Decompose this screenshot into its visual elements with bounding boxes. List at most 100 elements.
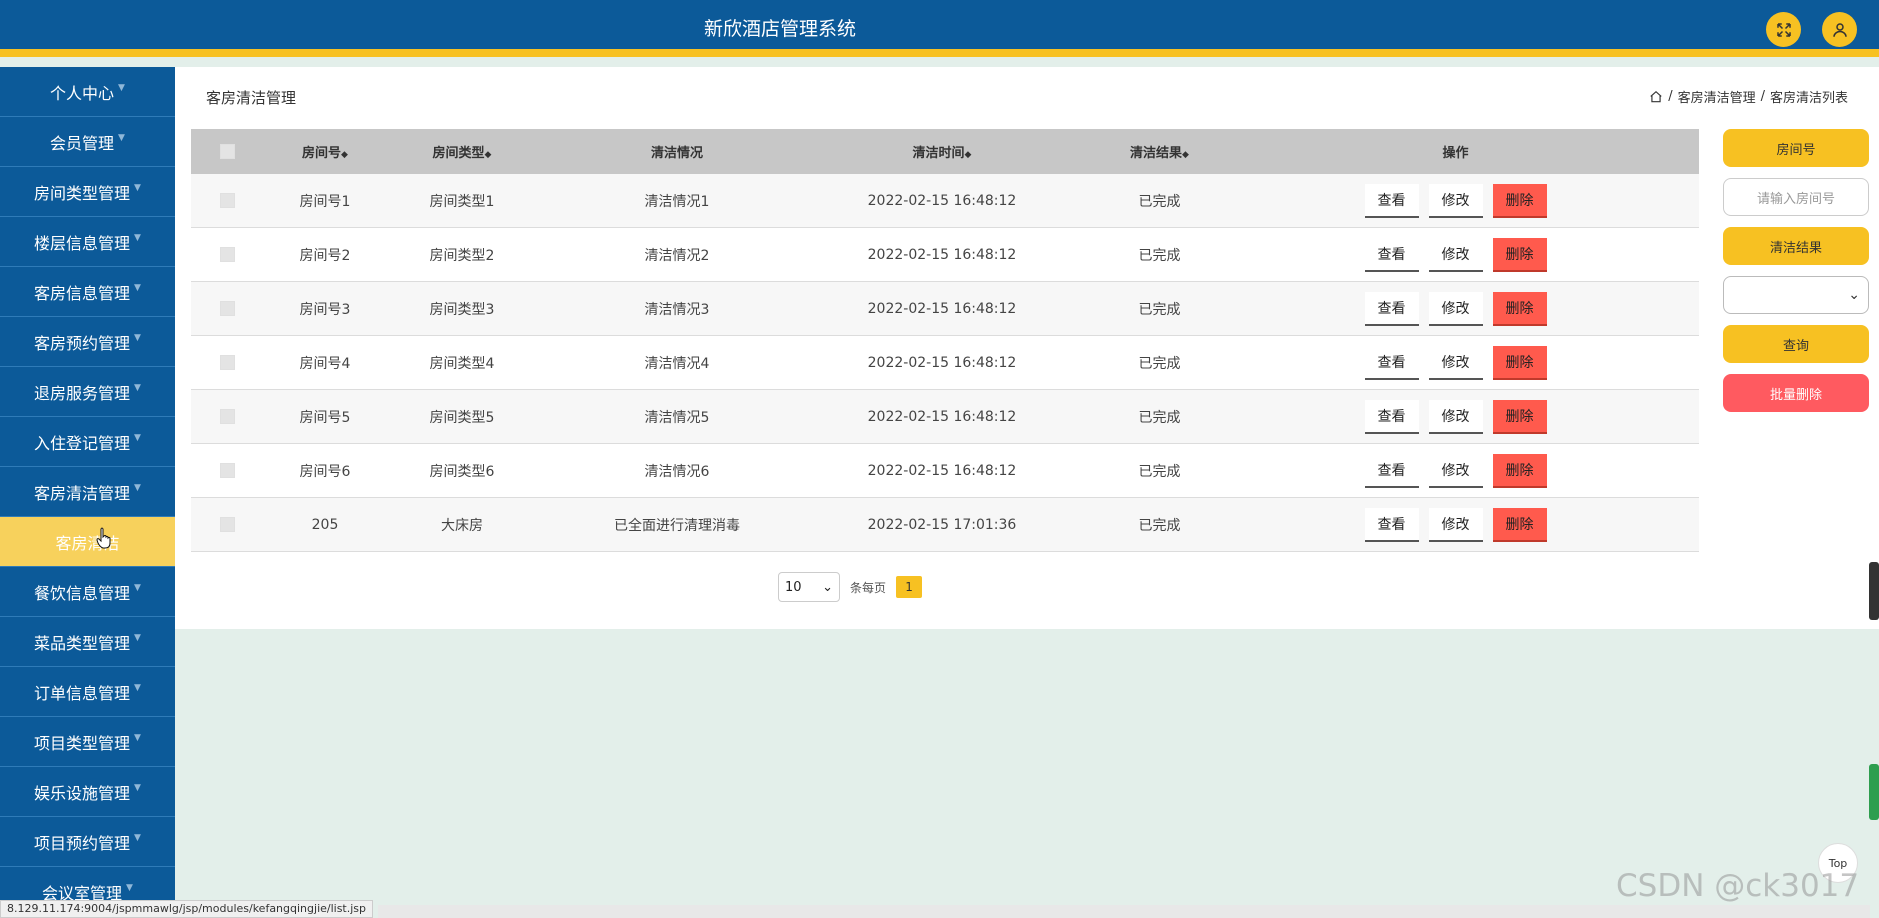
sidebar-item-personal-center[interactable]: 个人中心 ▼ [0, 67, 175, 117]
cell-result: 已完成 [1138, 301, 1181, 318]
batch-delete-button[interactable]: 批量删除 [1723, 374, 1869, 412]
edit-button[interactable]: 修改 [1428, 183, 1483, 218]
chevron-down-icon: ▼ [134, 632, 141, 643]
chevron-down-icon: ▼ [126, 882, 133, 893]
page-size-select[interactable]: 10 ⌄ [778, 572, 840, 602]
cell-clean: 清洁情况4 [644, 355, 710, 372]
sidebar-item-orders[interactable]: 订单信息管理 ▼ [0, 667, 175, 717]
edit-button[interactable]: 修改 [1428, 291, 1483, 326]
select-all-cell [191, 144, 263, 159]
sidebar-item-members[interactable]: 会员管理 ▼ [0, 117, 175, 167]
cell-type: 房间类型3 [429, 301, 495, 318]
view-button[interactable]: 查看 [1364, 507, 1419, 542]
scrollbar-thumb[interactable] [1869, 562, 1879, 620]
sidebar-item-checkout[interactable]: 退房服务管理 ▼ [0, 367, 175, 417]
row-checkbox-cell [191, 301, 263, 316]
chevron-down-icon: ▼ [134, 832, 141, 843]
hand-cursor-icon [96, 527, 111, 549]
row-checkbox[interactable] [219, 247, 235, 262]
select-all-checkbox[interactable] [219, 144, 235, 159]
header-room[interactable]: 房间号◆ [263, 142, 387, 161]
sort-icon: ◆ [1182, 150, 1189, 160]
cell-room: 房间号1 [299, 193, 351, 210]
row-checkbox[interactable] [219, 517, 235, 532]
view-button[interactable]: 查看 [1364, 399, 1419, 434]
breadcrumb-item[interactable]: 客房清洁管理 [1678, 87, 1756, 106]
edit-button[interactable]: 修改 [1428, 399, 1483, 434]
per-page-label: 条每页 [850, 580, 887, 595]
header-clean: 清洁情况 [650, 146, 703, 161]
view-button[interactable]: 查看 [1364, 237, 1419, 272]
header-time[interactable]: 清洁时间◆ [817, 142, 1067, 161]
page-number-current[interactable]: 1 [896, 576, 923, 598]
horizontal-scrollbar[interactable] [378, 905, 1870, 918]
header-result[interactable]: 清洁结果◆ [1067, 142, 1252, 161]
delete-button[interactable]: 删除 [1492, 507, 1547, 542]
chevron-down-icon: ▼ [134, 232, 141, 243]
cell-ops: 查看 修改 删除 [1252, 507, 1699, 542]
delete-button[interactable]: 删除 [1492, 345, 1547, 380]
room-number-input[interactable]: 请输入房间号 [1723, 178, 1869, 216]
edit-button[interactable]: 修改 [1428, 453, 1483, 488]
view-button[interactable]: 查看 [1364, 453, 1419, 488]
chevron-down-icon: ▼ [134, 782, 141, 793]
status-url: 8.129.11.174:9004/jspmmawlg/jsp/modules/… [0, 900, 374, 918]
row-checkbox[interactable] [219, 193, 235, 208]
row-checkbox-cell [191, 193, 263, 208]
row-checkbox[interactable] [219, 355, 235, 370]
cell-result: 已完成 [1138, 409, 1181, 426]
sidebar-item-dish-types[interactable]: 菜品类型管理 ▼ [0, 617, 175, 667]
sidebar-subitem-room-cleaning[interactable]: 客房清洁 [0, 517, 175, 567]
sidebar-item-project-booking[interactable]: 项目预约管理 ▼ [0, 817, 175, 867]
sidebar-item-room-cleaning[interactable]: 客房清洁管理 ▼ [0, 467, 175, 517]
delete-button[interactable]: 删除 [1492, 399, 1547, 434]
cell-type: 房间类型5 [429, 409, 495, 426]
delete-button[interactable]: 删除 [1492, 291, 1547, 326]
query-button[interactable]: 查询 [1723, 325, 1869, 363]
row-checkbox[interactable] [219, 409, 235, 424]
sidebar-item-entertainment[interactable]: 娱乐设施管理 ▼ [0, 767, 175, 817]
view-button[interactable]: 查看 [1364, 291, 1419, 326]
table-row: 205 大床房 已全面进行清理消毒 2022-02-15 17:01:36 已完… [191, 498, 1699, 552]
delete-button[interactable]: 删除 [1492, 183, 1547, 218]
sidebar-item-room-booking[interactable]: 客房预约管理 ▼ [0, 317, 175, 367]
delete-button[interactable]: 删除 [1492, 237, 1547, 272]
view-button[interactable]: 查看 [1364, 345, 1419, 380]
sidebar-item-room-types[interactable]: 房间类型管理 ▼ [0, 167, 175, 217]
sidebar-item-floors[interactable]: 楼层信息管理 ▼ [0, 217, 175, 267]
row-checkbox-cell [191, 463, 263, 478]
view-button[interactable]: 查看 [1364, 183, 1419, 218]
edit-button[interactable]: 修改 [1428, 345, 1483, 380]
cell-ops: 查看 修改 删除 [1252, 345, 1699, 380]
header-type[interactable]: 房间类型◆ [387, 142, 537, 161]
clean-result-select[interactable]: ⌄ [1723, 276, 1869, 314]
row-checkbox[interactable] [219, 463, 235, 478]
delete-button[interactable]: 删除 [1492, 453, 1547, 488]
user-button[interactable] [1822, 12, 1857, 47]
sidebar-item-rooms[interactable]: 客房信息管理 ▼ [0, 267, 175, 317]
cell-type: 房间类型4 [429, 355, 495, 372]
home-icon[interactable] [1649, 90, 1663, 104]
cell-time: 2022-02-15 16:48:12 [867, 354, 1017, 371]
row-checkbox-cell [191, 355, 263, 370]
cell-time: 2022-02-15 17:01:36 [867, 516, 1017, 533]
cell-ops: 查看 修改 删除 [1252, 453, 1699, 488]
scrollbar-indicator[interactable] [1869, 764, 1879, 820]
cell-clean: 清洁情况2 [644, 247, 710, 264]
cell-room: 205 [311, 516, 339, 533]
sidebar-item-label: 项目类型管理 [34, 733, 131, 753]
chevron-down-icon: ▼ [134, 682, 141, 693]
sidebar-item-checkin[interactable]: 入住登记管理 ▼ [0, 417, 175, 467]
edit-button[interactable]: 修改 [1428, 237, 1483, 272]
fullscreen-button[interactable] [1766, 12, 1801, 47]
sidebar-item-project-types[interactable]: 项目类型管理 ▼ [0, 717, 175, 767]
edit-button[interactable]: 修改 [1428, 507, 1483, 542]
row-checkbox[interactable] [219, 301, 235, 316]
sidebar-item-label: 项目预约管理 [34, 833, 131, 853]
sidebar-item-dining[interactable]: 餐饮信息管理 ▼ [0, 567, 175, 617]
chevron-down-icon: ⌄ [822, 579, 833, 595]
row-checkbox-cell [191, 247, 263, 262]
table-row: 房间号6 房间类型6 清洁情况6 2022-02-15 16:48:12 已完成… [191, 444, 1699, 498]
sidebar-item-label: 订单信息管理 [34, 683, 131, 703]
cell-type: 房间类型2 [429, 247, 495, 264]
